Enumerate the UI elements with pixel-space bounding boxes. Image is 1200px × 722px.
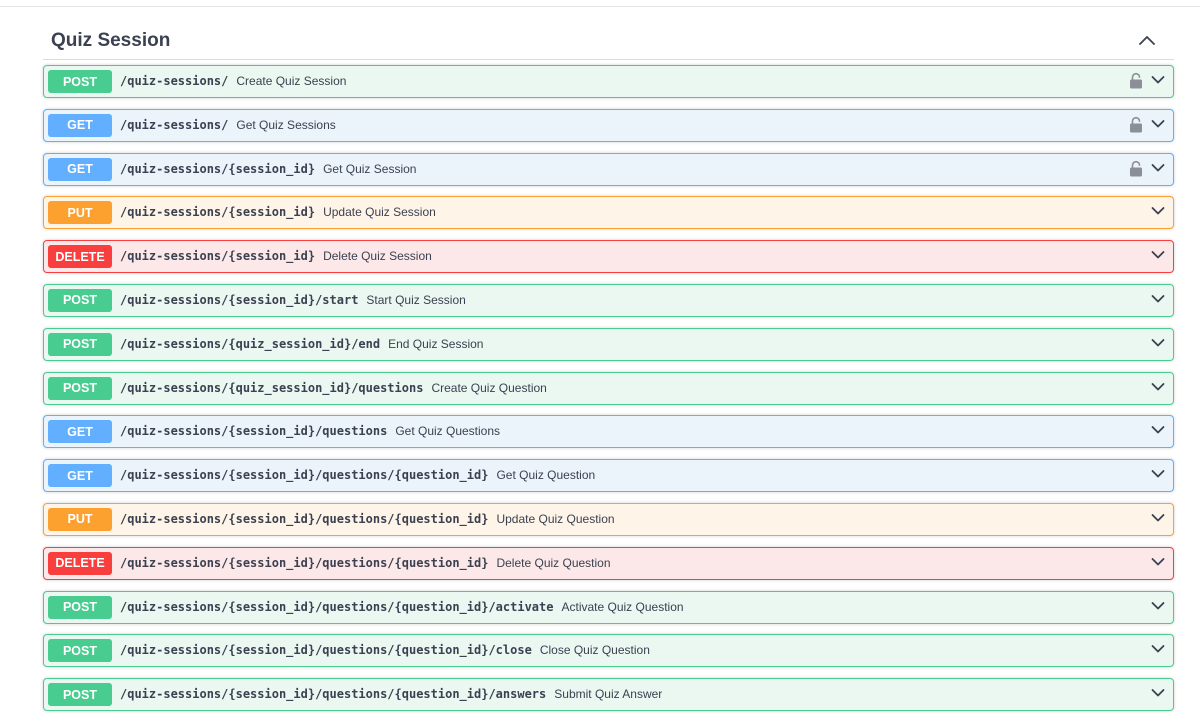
endpoint-summary: Start Quiz Session — [366, 292, 466, 307]
endpoint-path-text: /quiz-sessions/{quiz_session_id}/questio… — [120, 380, 424, 395]
endpoint-path: /quiz-sessions/{session_id}/questions Get… — [120, 424, 500, 438]
chevron-down-icon[interactable] — [1151, 163, 1165, 173]
method-badge: POST — [48, 288, 112, 312]
method-badge: POST — [48, 376, 112, 400]
chevron-down-icon[interactable] — [1151, 601, 1165, 611]
method-badge: POST — [48, 595, 112, 619]
operation-row-post[interactable]: POST/quiz-sessions/{session_id}/question… — [43, 634, 1174, 668]
method-badge: DELETE — [48, 245, 112, 269]
endpoint-path-text: /quiz-sessions/{session_id}/questions/{q… — [120, 555, 489, 570]
chevron-down-icon[interactable] — [1151, 119, 1165, 129]
endpoint-path: /quiz-sessions/{session_id}/start Start Q… — [120, 293, 466, 307]
method-badge: DELETE — [48, 551, 112, 575]
chevron-down-icon[interactable] — [1151, 513, 1165, 523]
endpoint-summary: Delete Quiz Question — [496, 555, 611, 570]
endpoint-summary: Delete Quiz Session — [323, 249, 432, 264]
chevron-down-icon[interactable] — [1151, 338, 1165, 348]
tag-section-header[interactable]: Quiz Session — [43, 22, 1174, 60]
operation-row-post[interactable]: POST/quiz-sessions/{session_id}/question… — [43, 590, 1174, 624]
endpoint-summary: Create Quiz Session — [236, 74, 347, 88]
endpoint-summary: Update Quiz Session — [323, 205, 436, 220]
endpoint-path: /quiz-sessions/{session_id}/questions/{q… — [120, 600, 684, 614]
endpoint-path: /quiz-sessions/Get Quiz Sessions — [120, 118, 336, 132]
operation-row-post[interactable]: POST/quiz-sessions/{quiz_session_id}/end… — [43, 327, 1174, 361]
endpoint-path: /quiz-sessions/{session_id}/questions/{q… — [120, 643, 650, 657]
chevron-down-icon[interactable] — [1151, 250, 1165, 260]
endpoint-path-text: /quiz-sessions/{session_id} — [120, 205, 316, 220]
endpoint-summary: Submit Quiz Answer — [554, 687, 663, 702]
method-badge: GET — [48, 157, 112, 181]
operation-row-get[interactable]: GET/quiz-sessions/{session_id}/questions… — [43, 415, 1174, 449]
method-badge: GET — [48, 113, 112, 137]
endpoint-path: /quiz-sessions/{session_id}/questions/{q… — [120, 687, 662, 701]
chevron-down-icon[interactable] — [1151, 206, 1165, 216]
endpoint-path-text: /quiz-sessions/{session_id}/questions/{q… — [120, 468, 489, 483]
method-badge: GET — [48, 420, 112, 444]
endpoint-path: /quiz-sessions/{session_id}/questions/{q… — [120, 556, 611, 570]
lock-icon[interactable] — [1129, 72, 1143, 89]
method-badge: POST — [48, 639, 112, 663]
endpoint-path-text: /quiz-sessions/{session_id}/start — [120, 292, 359, 307]
endpoint-path: /quiz-sessions/{session_id} Update Quiz S… — [120, 205, 436, 219]
endpoint-path-text: /quiz-sessions/{session_id}/questions/{q… — [120, 643, 532, 658]
chevron-down-icon[interactable] — [1151, 644, 1165, 654]
top-divider — [0, 6, 1200, 7]
chevron-down-icon[interactable] — [1151, 294, 1165, 304]
endpoint-path-text: /quiz-sessions/{session_id}/questions — [120, 424, 388, 439]
method-badge: PUT — [48, 201, 112, 225]
endpoint-path-text: /quiz-sessions/{quiz_session_id}/end — [120, 336, 381, 351]
operation-row-put[interactable]: PUT/quiz-sessions/{session_id} Update Qui… — [43, 196, 1174, 230]
method-badge: GET — [48, 464, 112, 488]
operations-list: POST/quiz-sessions/Create Quiz Session GE… — [43, 65, 1174, 722]
endpoint-path-text: /quiz-sessions/ — [120, 117, 229, 132]
tag-title: Quiz Session — [51, 30, 171, 51]
operation-row-delete[interactable]: DELETE/quiz-sessions/{session_id} Delete … — [43, 240, 1174, 274]
chevron-down-icon[interactable] — [1151, 382, 1165, 392]
endpoint-summary: End Quiz Session — [388, 336, 484, 351]
chevron-down-icon[interactable] — [1151, 75, 1165, 85]
endpoint-path-text: /quiz-sessions/{session_id} — [120, 161, 316, 176]
endpoint-summary: Close Quiz Question — [539, 643, 650, 658]
endpoint-path: /quiz-sessions/{session_id} Delete Quiz S… — [120, 249, 432, 263]
endpoint-path: /quiz-sessions/{session_id} Get Quiz Sess… — [120, 162, 416, 176]
endpoint-summary: Get Quiz Question — [496, 468, 596, 483]
endpoint-path-text: /quiz-sessions/{session_id}/questions/{q… — [120, 511, 489, 526]
method-badge: POST — [48, 332, 112, 356]
operation-row-get[interactable]: GET/quiz-sessions/{session_id}/questions… — [43, 459, 1174, 493]
endpoint-summary: Activate Quiz Question — [561, 599, 684, 614]
chevron-up-icon[interactable] — [1138, 34, 1156, 46]
operation-row-post[interactable]: POST/quiz-sessions/{session_id}/start Sta… — [43, 283, 1174, 317]
endpoint-summary: Get Quiz Session — [323, 161, 417, 176]
endpoint-path: /quiz-sessions/Create Quiz Session — [120, 74, 346, 88]
endpoint-summary: Get Quiz Sessions — [236, 117, 336, 132]
chevron-down-icon[interactable] — [1151, 425, 1165, 435]
endpoint-path-text: /quiz-sessions/{session_id}/questions/{q… — [120, 599, 554, 614]
endpoint-path: /quiz-sessions/{session_id}/questions/{q… — [120, 468, 595, 482]
endpoint-path-text: /quiz-sessions/{session_id} — [120, 249, 316, 264]
lock-icon[interactable] — [1129, 160, 1143, 177]
chevron-down-icon[interactable] — [1151, 557, 1165, 567]
endpoint-summary: Get Quiz Questions — [395, 424, 501, 439]
method-badge: PUT — [48, 507, 112, 531]
operation-row-get[interactable]: GET/quiz-sessions/Get Quiz Sessions — [43, 108, 1174, 142]
endpoint-summary: Update Quiz Question — [496, 511, 615, 526]
endpoint-path: /quiz-sessions/{quiz_session_id}/questio… — [120, 381, 547, 395]
endpoint-summary: Create Quiz Question — [431, 380, 547, 395]
chevron-down-icon[interactable] — [1151, 469, 1165, 479]
operation-row-put[interactable]: PUT/quiz-sessions/{session_id}/questions… — [43, 502, 1174, 536]
endpoint-path: /quiz-sessions/{session_id}/questions/{q… — [120, 512, 615, 526]
operation-row-get[interactable]: GET/quiz-sessions/{session_id} Get Quiz S… — [43, 152, 1174, 186]
endpoint-path: /quiz-sessions/{quiz_session_id}/end End … — [120, 337, 483, 351]
lock-icon[interactable] — [1129, 116, 1143, 133]
chevron-down-icon[interactable] — [1151, 688, 1165, 698]
operation-row-delete[interactable]: DELETE/quiz-sessions/{session_id}/questi… — [43, 546, 1174, 580]
endpoint-path-text: /quiz-sessions/{session_id}/questions/{q… — [120, 687, 547, 702]
method-badge: POST — [48, 683, 112, 707]
endpoint-path-text: /quiz-sessions/ — [120, 74, 229, 88]
operation-row-post[interactable]: POST/quiz-sessions/Create Quiz Session — [43, 65, 1174, 98]
operation-row-post[interactable]: POST/quiz-sessions/{quiz_session_id}/que… — [43, 371, 1174, 405]
method-badge: POST — [48, 70, 112, 93]
operation-row-post[interactable]: POST/quiz-sessions/{session_id}/question… — [43, 678, 1174, 712]
